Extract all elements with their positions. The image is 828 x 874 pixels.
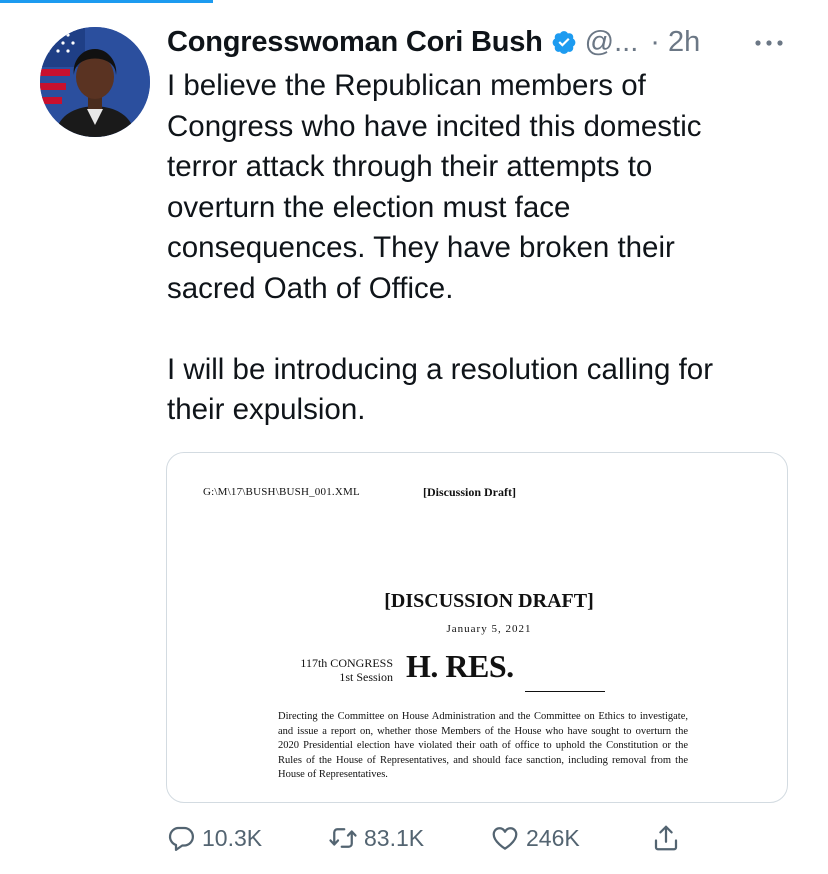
document-date: January 5, 2021 xyxy=(446,623,532,635)
avatar[interactable] xyxy=(40,27,150,137)
document-congress-session: 117th CONGRESS 1st Session xyxy=(271,656,393,684)
congress-line: 117th CONGRESS xyxy=(300,656,393,670)
more-dots-icon xyxy=(755,40,783,46)
like-count: 246K xyxy=(526,824,580,851)
document-hres-blank-line xyxy=(525,691,605,692)
author-handle[interactable]: @... xyxy=(585,26,639,59)
attached-document-image[interactable]: G:\M\17\BUSH\BUSH_001.XML [Discussion Dr… xyxy=(166,452,788,803)
share-icon xyxy=(654,825,678,851)
reply-count: 10.3K xyxy=(202,824,263,851)
retweet-icon xyxy=(329,828,357,848)
retweet-count: 83.1K xyxy=(364,824,425,851)
document-file-path: G:\M\17\BUSH\BUSH_001.XML xyxy=(203,486,360,498)
tweet-text: I believe the Republican members of Cong… xyxy=(167,69,714,426)
share-button[interactable] xyxy=(651,818,681,858)
tweet-actions-bar: 10.3K 83.1K 246K xyxy=(166,818,796,858)
heart-icon xyxy=(492,827,518,850)
reply-icon xyxy=(168,826,194,851)
document-draft-heading: [DISCUSSION DRAFT] xyxy=(384,590,594,612)
author-name[interactable]: Congresswoman Cori Bush xyxy=(167,26,543,59)
document-body-text: Directing the Committee on House Adminis… xyxy=(278,711,688,781)
verified-badge-icon xyxy=(552,31,576,54)
retweet-button[interactable]: 83.1K xyxy=(328,818,424,858)
like-button[interactable]: 246K xyxy=(490,818,580,858)
session-line: 1st Session xyxy=(339,670,393,684)
reply-button[interactable]: 10.3K xyxy=(166,818,262,858)
document-hres-title: H. RES. xyxy=(406,648,514,684)
tweet-header: Congresswoman Cori Bush @... · 2h xyxy=(167,22,700,62)
top-accent-bar xyxy=(0,0,213,3)
more-options-button[interactable] xyxy=(749,28,789,58)
tweet-timestamp[interactable]: · 2h xyxy=(650,26,700,59)
document-draft-tag: [Discussion Draft] xyxy=(423,485,516,499)
avatar-image xyxy=(40,27,150,137)
document-page: G:\M\17\BUSH\BUSH_001.XML [Discussion Dr… xyxy=(167,453,787,802)
